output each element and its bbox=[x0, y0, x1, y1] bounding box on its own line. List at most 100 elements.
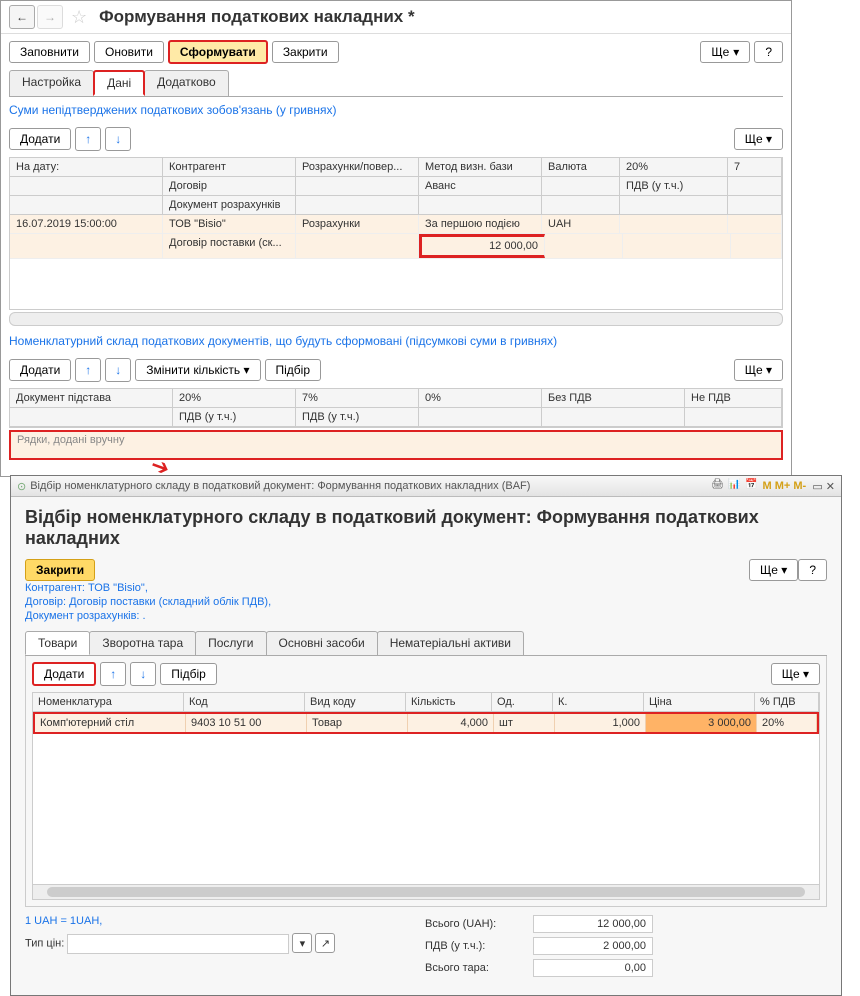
s2-down-button[interactable]: ↓ bbox=[105, 358, 131, 382]
sw-help-button[interactable]: ? bbox=[798, 559, 827, 581]
s2-up-button[interactable]: ↑ bbox=[75, 358, 101, 382]
tab-goods[interactable]: Товари bbox=[25, 631, 90, 655]
form-button[interactable]: Сформувати bbox=[168, 40, 268, 64]
col-v7: ПДВ (у т.ч.) bbox=[296, 408, 419, 426]
sw-down-button[interactable]: ↓ bbox=[130, 662, 156, 686]
cell-7 bbox=[728, 215, 782, 233]
app-icon: ⊙ bbox=[17, 480, 26, 493]
main-toolbar: Заповнити Оновити Сформувати Закрити Ще … bbox=[1, 34, 791, 70]
min-icon[interactable]: ▭ bbox=[812, 480, 822, 493]
sw-add-button[interactable]: Додати bbox=[32, 662, 96, 686]
close-icon[interactable]: ✕ bbox=[826, 480, 835, 493]
s1-up-button[interactable]: ↑ bbox=[75, 127, 101, 151]
cell-vat bbox=[623, 234, 731, 258]
sw-scrollbar[interactable] bbox=[33, 884, 819, 899]
nav-forward-button[interactable]: → bbox=[37, 5, 63, 29]
col-date3 bbox=[10, 196, 163, 214]
tot-tare-value: 0,00 bbox=[533, 959, 653, 977]
print-icon[interactable]: 🖨 bbox=[711, 479, 725, 493]
selection-window: ⊙ Відбір номенклатурного складу в податк… bbox=[10, 475, 842, 996]
s1-more-button[interactable]: Ще ▾ bbox=[734, 128, 783, 150]
tab-tare[interactable]: Зворотна тара bbox=[89, 631, 196, 655]
s2-add-button[interactable]: Додати bbox=[9, 359, 71, 381]
sw-select-button[interactable]: Підбір bbox=[160, 663, 217, 685]
more-button[interactable]: Ще ▾ bbox=[700, 41, 750, 63]
favorite-icon[interactable]: ☆ bbox=[71, 7, 87, 28]
cell-amount: 12 000,00 bbox=[419, 234, 545, 258]
cal-icon[interactable]: 📅 bbox=[745, 479, 759, 493]
s2-select-button[interactable]: Підбір bbox=[265, 359, 322, 381]
tab-setup[interactable]: Настройка bbox=[9, 70, 94, 96]
s1-header-row2: Договір Аванс ПДВ (у т.ч.) bbox=[10, 177, 782, 196]
tab-fixed[interactable]: Основні засоби bbox=[266, 631, 378, 655]
window-header: ← → ☆ Формування податкових накладних * bbox=[1, 1, 791, 34]
pricetype-open-button[interactable]: ↗ bbox=[315, 933, 335, 953]
cell-cur2 bbox=[545, 234, 623, 258]
sw-close-button[interactable]: Закрити bbox=[25, 559, 95, 581]
s2c1 bbox=[10, 408, 173, 426]
col-notvat: Не ПДВ bbox=[685, 389, 782, 407]
sw-grid-row[interactable]: Комп'ютерний стіл 9403 10 51 00 Товар 4,… bbox=[33, 712, 819, 734]
col-vat: ПДВ (у т.ч.) bbox=[620, 177, 728, 195]
refresh-button[interactable]: Оновити bbox=[94, 41, 164, 63]
s1-header-row: На дату: Контрагент Розрахунки/повер... … bbox=[10, 158, 782, 177]
s1-scrollbar[interactable] bbox=[9, 312, 783, 326]
sw-titlebar: ⊙ Відбір номенклатурного складу в податк… bbox=[11, 476, 841, 497]
col-date2 bbox=[10, 177, 163, 195]
col-calc: Розрахунки/повер... bbox=[296, 158, 419, 176]
col-p0: 0% bbox=[419, 389, 542, 407]
sw-grid-empty bbox=[33, 734, 819, 884]
section2-grid[interactable]: Документ підстава 20% 7% 0% Без ПДВ Не П… bbox=[9, 388, 783, 428]
tab-extra[interactable]: Додатково bbox=[144, 70, 229, 96]
gr-price: 3 000,00 bbox=[646, 714, 757, 732]
pricetype-input[interactable] bbox=[67, 934, 289, 954]
gc-qty: Кількість bbox=[406, 693, 492, 711]
close-button[interactable]: Закрити bbox=[272, 41, 339, 63]
cell-counterparty: ТОВ "Bisio" bbox=[163, 215, 296, 233]
sw-inner-more-button[interactable]: Ще ▾ bbox=[771, 663, 820, 685]
gr-code: 9403 10 51 00 bbox=[186, 714, 307, 732]
gr-nom: Комп'ютерний стіл bbox=[35, 714, 186, 732]
fill-button[interactable]: Заповнити bbox=[9, 41, 90, 63]
col-p20: 20% bbox=[173, 389, 296, 407]
tab-intangible[interactable]: Нематеріальні активи bbox=[377, 631, 524, 655]
sw-tabs: Товари Зворотна тара Послуги Основні зас… bbox=[25, 631, 827, 656]
gr-vatpct: 20% bbox=[757, 714, 817, 732]
section1-grid[interactable]: На дату: Контрагент Розрахунки/повер... … bbox=[9, 157, 783, 310]
mplus-icon[interactable]: M+ bbox=[775, 480, 791, 492]
col-e bbox=[728, 177, 782, 195]
c3 bbox=[296, 196, 419, 214]
tot-vat-value: 2 000,00 bbox=[533, 937, 653, 955]
section1-title: Суми непідтверджених податкових зобов'яз… bbox=[1, 97, 791, 123]
calc-icon[interactable]: 📊 bbox=[728, 479, 742, 493]
main-window: ← → ☆ Формування податкових накладних * … bbox=[0, 0, 792, 477]
tab-services[interactable]: Послуги bbox=[195, 631, 266, 655]
cell-e bbox=[731, 234, 782, 258]
m-icon[interactable]: M bbox=[762, 480, 771, 492]
col-pct20: 20% bbox=[620, 158, 728, 176]
s2-more-button[interactable]: Ще ▾ bbox=[734, 359, 783, 381]
s1-data-row2[interactable]: Договір поставки (ск... 12 000,00 bbox=[10, 234, 782, 259]
s1-add-button[interactable]: Додати bbox=[9, 128, 71, 150]
mminus-icon[interactable]: M- bbox=[793, 480, 806, 492]
tab-data[interactable]: Дані bbox=[93, 70, 145, 96]
arrow-left-icon: ← bbox=[16, 10, 28, 24]
s1-data-row[interactable]: 16.07.2019 15:00:00 ТОВ "Bisio" Розрахун… bbox=[10, 215, 782, 234]
s1-header-row3: Документ розрахунків bbox=[10, 196, 782, 215]
gr-qty: 4,000 bbox=[408, 714, 494, 732]
s1-down-button[interactable]: ↓ bbox=[105, 127, 131, 151]
sw-up-button[interactable]: ↑ bbox=[100, 662, 126, 686]
sw-inner-panel: Додати ↑ ↓ Підбір Ще ▾ Номенклатура Код … bbox=[25, 656, 827, 907]
sw-grid[interactable]: Номенклатура Код Вид коду Кількість Од. … bbox=[32, 692, 820, 900]
sw-more-button[interactable]: Ще ▾ bbox=[749, 559, 798, 581]
manual-rows-box[interactable]: Рядки, додані вручну bbox=[9, 430, 783, 460]
sw-content: Закрити Ще ▾ ? Контрагент: ТОВ "Bisio", … bbox=[11, 559, 841, 995]
s2-header-row2: ПДВ (у т.ч.) ПДВ (у т.ч.) bbox=[10, 408, 782, 427]
help-button[interactable]: ? bbox=[754, 41, 783, 63]
nav-back-button[interactable]: ← bbox=[9, 5, 35, 29]
s2-chgqty-button[interactable]: Змінити кількість ▾ bbox=[135, 359, 260, 381]
c7 bbox=[728, 196, 782, 214]
col-cur2 bbox=[542, 177, 620, 195]
pricetype-dd-button[interactable]: ▾ bbox=[292, 933, 312, 953]
main-tabs: Настройка Дані Додатково bbox=[9, 70, 783, 97]
